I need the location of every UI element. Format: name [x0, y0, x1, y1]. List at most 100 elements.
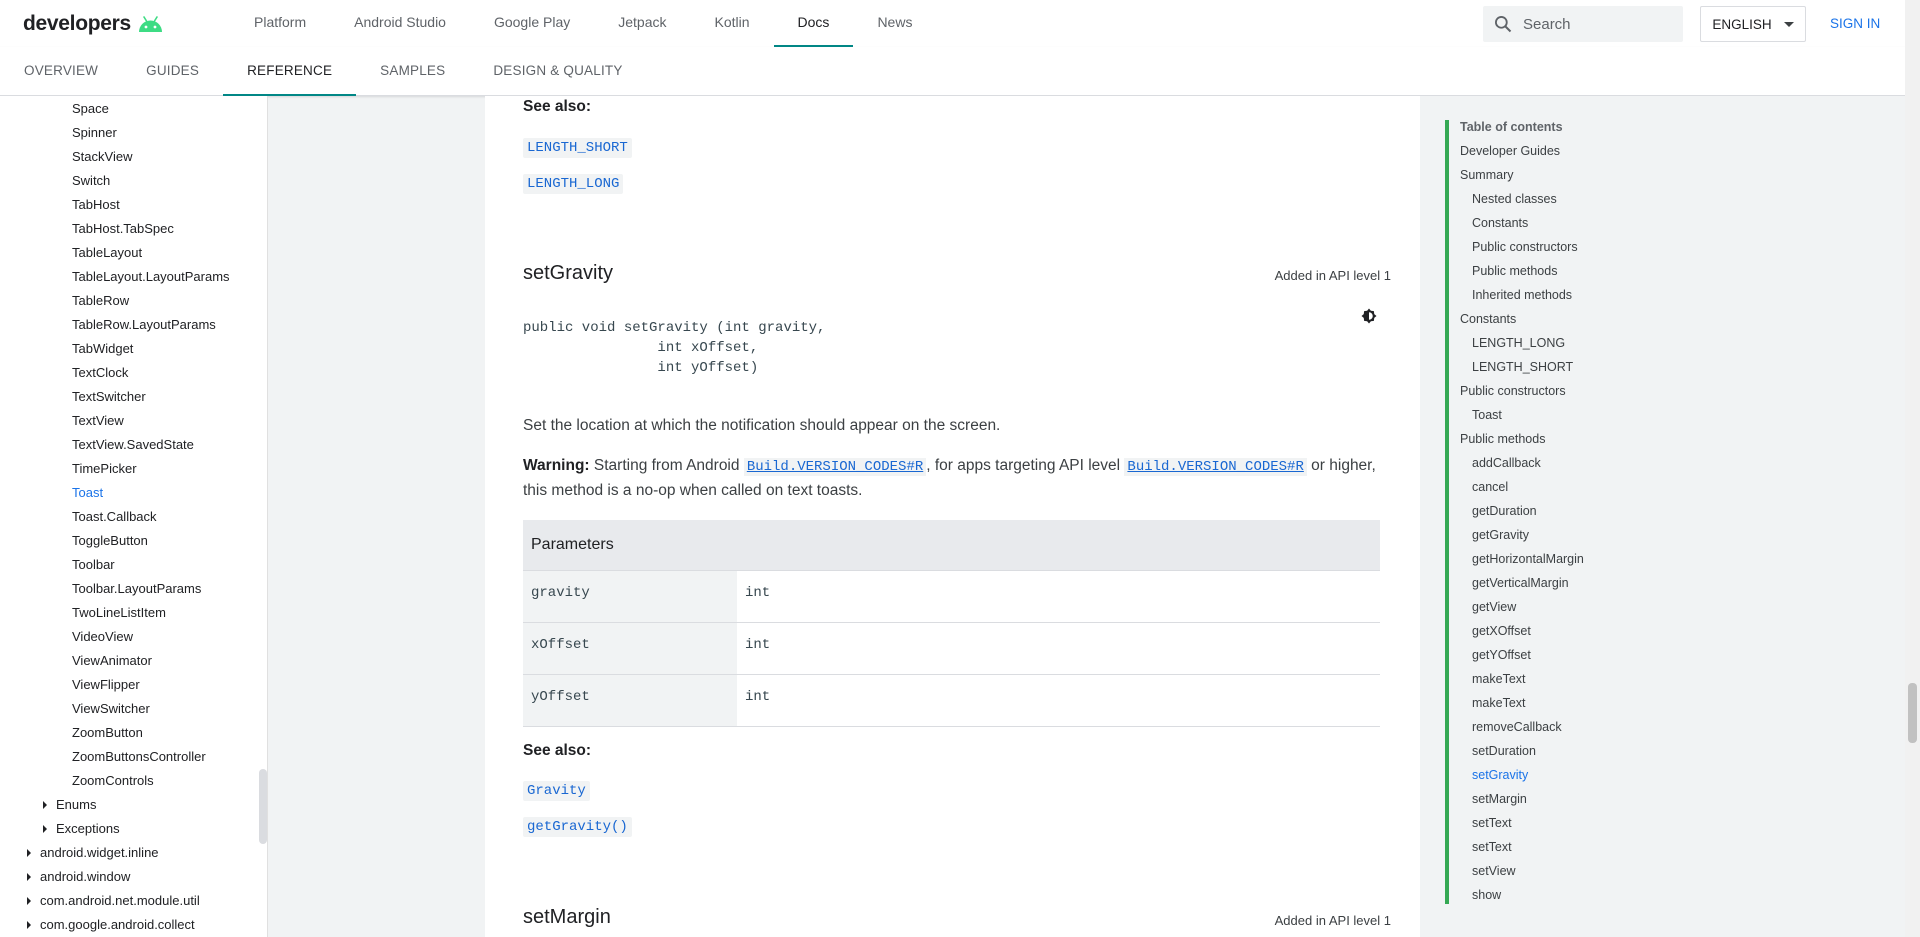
left-nav-item[interactable]: ZoomControls: [72, 773, 154, 788]
left-nav-package[interactable]: com.android.net.module.util: [40, 893, 200, 908]
language-select[interactable]: ENGLISH: [1700, 6, 1806, 42]
toc-item[interactable]: getView: [1472, 600, 1516, 614]
link-length-long[interactable]: LENGTH_LONG: [523, 174, 624, 194]
left-nav-item[interactable]: TextClock: [72, 365, 128, 380]
toc-item[interactable]: getDuration: [1472, 504, 1537, 518]
tab-design-quality[interactable]: DESIGN & QUALITY: [469, 47, 646, 96]
toc-item[interactable]: Public methods: [1460, 432, 1545, 446]
toc-item[interactable]: show: [1472, 888, 1501, 902]
left-nav-item[interactable]: Switch: [72, 173, 110, 188]
toc-item[interactable]: Developer Guides: [1460, 144, 1560, 158]
dark-mode-toggle-icon[interactable]: [1360, 307, 1378, 325]
toc-item[interactable]: Toast: [1472, 408, 1502, 422]
link-length-short[interactable]: LENGTH_SHORT: [523, 138, 632, 158]
left-nav-item[interactable]: Space: [72, 101, 109, 116]
toc-item[interactable]: setMargin: [1472, 792, 1527, 806]
toc-item[interactable]: addCallback: [1472, 456, 1541, 470]
toc-item[interactable]: cancel: [1472, 480, 1508, 494]
left-nav-package[interactable]: com.google.android.collect: [40, 917, 195, 932]
nav-item-jetpack[interactable]: Jetpack: [594, 0, 690, 47]
left-nav-item[interactable]: TabHost: [72, 197, 120, 212]
left-nav-item[interactable]: Spinner: [72, 125, 117, 140]
left-nav-item[interactable]: ZoomButtonsController: [72, 749, 206, 764]
toc-item[interactable]: Nested classes: [1472, 192, 1557, 206]
left-nav-item[interactable]: ViewAnimator: [72, 653, 152, 668]
search-input[interactable]: [1523, 15, 1663, 33]
left-nav-group[interactable]: Enums: [56, 797, 96, 812]
left-nav-item[interactable]: TwoLineListItem: [72, 605, 166, 620]
toc-item[interactable]: Public constructors: [1472, 240, 1578, 254]
left-nav-item[interactable]: TableLayout.LayoutParams: [72, 269, 230, 284]
toc-item[interactable]: getXOffset: [1472, 624, 1531, 638]
left-nav-item[interactable]: StackView: [72, 149, 132, 164]
nav-item-docs[interactable]: Docs: [773, 0, 854, 47]
toc-item[interactable]: setText: [1472, 816, 1512, 830]
left-nav-item[interactable]: VideoView: [72, 629, 133, 644]
nav-item-platform[interactable]: Platform: [230, 0, 330, 47]
expand-arrow-icon[interactable]: [27, 897, 31, 905]
left-nav-item[interactable]: Toolbar.LayoutParams: [72, 581, 201, 596]
toc-item[interactable]: setGravity: [1472, 768, 1528, 782]
toc-item[interactable]: setText: [1472, 840, 1512, 854]
toc-item[interactable]: LENGTH_SHORT: [1472, 360, 1573, 374]
left-nav-item[interactable]: ToggleButton: [72, 533, 148, 548]
toc-item[interactable]: setDuration: [1472, 744, 1536, 758]
left-nav-item[interactable]: ViewSwitcher: [72, 701, 150, 716]
expand-arrow-icon[interactable]: [43, 801, 47, 809]
tab-samples[interactable]: SAMPLES: [356, 47, 469, 96]
scrollbar-thumb[interactable]: [1908, 683, 1917, 743]
toc-item[interactable]: Public constructors: [1460, 384, 1566, 398]
left-nav-item[interactable]: TextView: [72, 413, 124, 428]
toc-item[interactable]: LENGTH_LONG: [1472, 336, 1565, 350]
left-nav-item[interactable]: ViewFlipper: [72, 677, 140, 692]
nav-item-google-play[interactable]: Google Play: [470, 0, 594, 47]
toc-item[interactable]: Constants: [1460, 312, 1516, 326]
tab-reference[interactable]: REFERENCE: [223, 47, 357, 96]
left-nav-item[interactable]: TabWidget: [72, 341, 133, 356]
expand-arrow-icon[interactable]: [27, 873, 31, 881]
toc-item[interactable]: getVerticalMargin: [1472, 576, 1569, 590]
search-box[interactable]: [1483, 6, 1683, 42]
left-nav-item[interactable]: TableLayout: [72, 245, 142, 260]
left-nav-item[interactable]: Toast.Callback: [72, 509, 157, 524]
toc-item[interactable]: Summary: [1460, 168, 1513, 182]
expand-arrow-icon[interactable]: [27, 849, 31, 857]
left-nav-package[interactable]: android.window: [40, 869, 130, 884]
toc-item[interactable]: getYOffset: [1472, 648, 1531, 662]
nav-item-android-studio[interactable]: Android Studio: [330, 0, 470, 47]
left-nav-item[interactable]: TextView.SavedState: [72, 437, 194, 452]
link-get-gravity[interactable]: getGravity(): [523, 817, 632, 837]
tab-overview[interactable]: OVERVIEW: [0, 47, 122, 96]
left-nav-item[interactable]: ZoomButton: [72, 725, 143, 740]
link-gravity[interactable]: Gravity: [523, 781, 590, 801]
left-nav-item[interactable]: Toolbar: [72, 557, 115, 572]
toc-item[interactable]: Inherited methods: [1472, 288, 1572, 302]
nav-item-kotlin[interactable]: Kotlin: [691, 0, 774, 47]
toc-item[interactable]: makeText: [1472, 672, 1526, 686]
left-nav-item[interactable]: TableRow.LayoutParams: [72, 317, 216, 332]
toc-item[interactable]: getGravity: [1472, 528, 1529, 542]
link-build-version-r[interactable]: Build.VERSION_CODES#R: [743, 458, 927, 476]
page-scrollbar[interactable]: [1905, 0, 1920, 937]
left-nav-package[interactable]: android.widget.inline: [40, 845, 159, 860]
left-nav-item[interactable]: TableRow: [72, 293, 129, 308]
link-build-version-r[interactable]: Build.VERSION_CODES#R: [1124, 458, 1307, 476]
toc-item[interactable]: setView: [1472, 864, 1516, 878]
toc-item[interactable]: Public methods: [1472, 264, 1557, 278]
toc-item[interactable]: makeText: [1472, 696, 1526, 710]
nav-item-news[interactable]: News: [853, 0, 936, 47]
expand-arrow-icon[interactable]: [43, 825, 47, 833]
left-nav-scrollbar[interactable]: [259, 769, 267, 844]
toc-item[interactable]: removeCallback: [1472, 720, 1562, 734]
left-nav-item[interactable]: TabHost.TabSpec: [72, 221, 174, 236]
left-nav-item[interactable]: TimePicker: [72, 461, 137, 476]
sign-in-link[interactable]: SIGN IN: [1830, 16, 1880, 31]
left-nav-group[interactable]: Exceptions: [56, 821, 120, 836]
toc-item[interactable]: getHorizontalMargin: [1472, 552, 1584, 566]
developers-logo[interactable]: developers: [23, 12, 230, 36]
left-nav-item[interactable]: TextSwitcher: [72, 389, 146, 404]
expand-arrow-icon[interactable]: [27, 921, 31, 929]
toc-item[interactable]: Constants: [1472, 216, 1528, 230]
left-nav-item[interactable]: Toast: [72, 485, 103, 500]
tab-guides[interactable]: GUIDES: [122, 47, 223, 96]
